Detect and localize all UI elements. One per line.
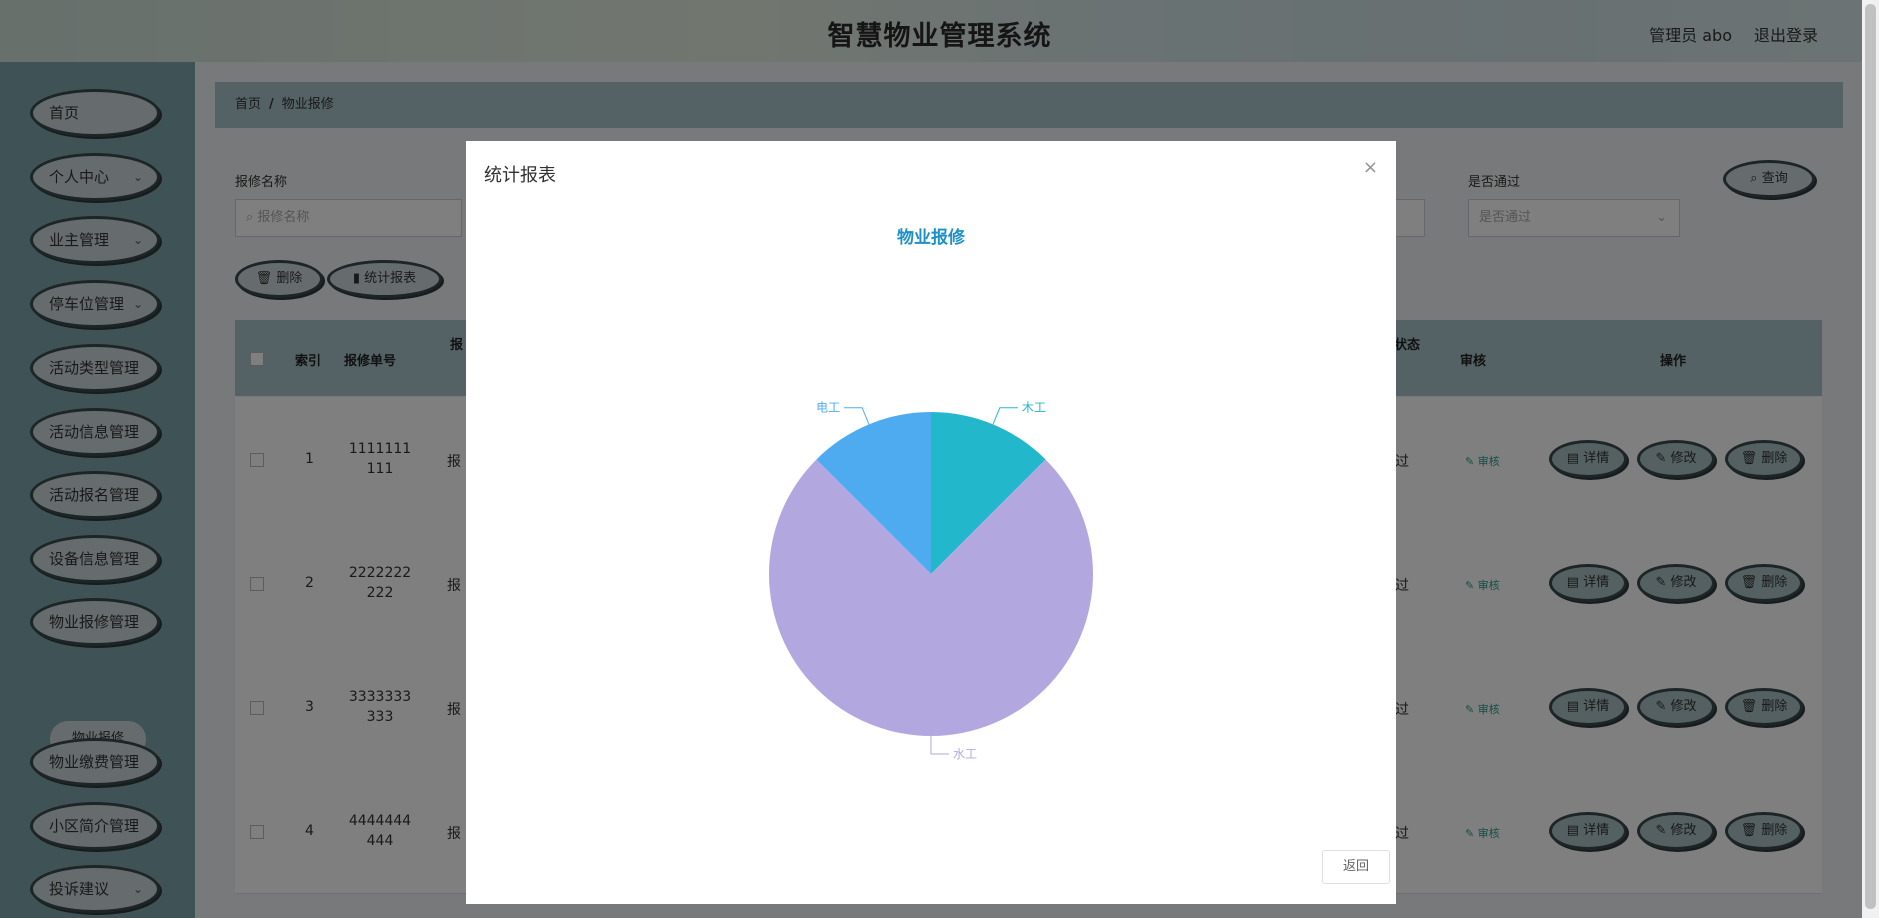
pie-leader-0 bbox=[992, 407, 1018, 425]
pie-label-1: 水工 bbox=[953, 747, 977, 761]
pie-leader-2 bbox=[844, 407, 870, 425]
pie-label-2: 电工 bbox=[816, 401, 840, 415]
back-button[interactable]: 返回 bbox=[1322, 850, 1390, 884]
pie-chart: 木工水工 电工 bbox=[769, 401, 1093, 761]
page-scrollbar[interactable] bbox=[1862, 0, 1879, 918]
stats-dialog: 统计报表 × 物业报修 木工 水工 电工 返回 bbox=[466, 141, 1396, 904]
pie-leader-1 bbox=[930, 736, 949, 755]
scrollbar-thumb[interactable] bbox=[1865, 4, 1876, 909]
pie-label-0: 木工 bbox=[1022, 401, 1046, 415]
